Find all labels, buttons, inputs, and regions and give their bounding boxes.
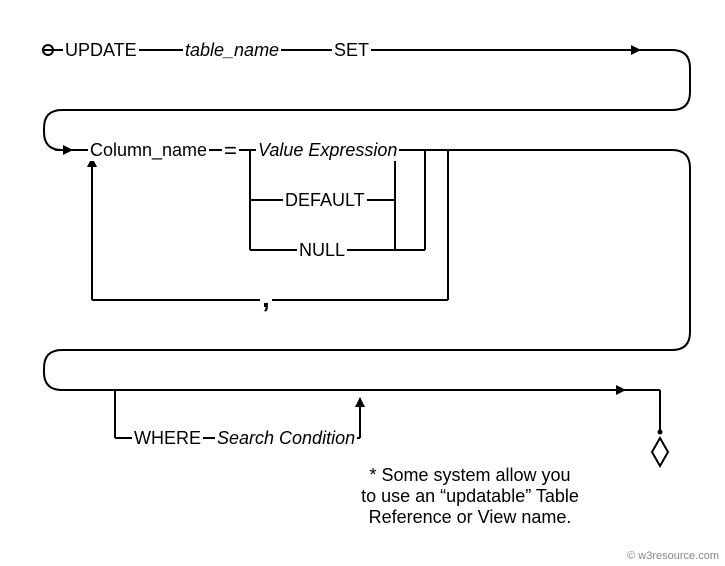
footnote-line2: to use an “updatable” Table — [310, 486, 630, 507]
symbol-comma: , — [260, 282, 272, 314]
keyword-default: DEFAULT — [283, 190, 367, 211]
footnote-line3: Reference or View name. — [310, 507, 630, 528]
keyword-update: UPDATE — [63, 40, 139, 61]
placeholder-search-condition: Search Condition — [215, 428, 357, 449]
keyword-null: NULL — [297, 240, 347, 261]
placeholder-column-name: Column_name — [88, 140, 209, 161]
syntax-diagram: UPDATE table_name SET Column_name = Valu… — [0, 0, 725, 566]
footnote: * Some system allow you to use an “updat… — [310, 465, 630, 528]
placeholder-value-expression: Value Expression — [256, 140, 399, 161]
placeholder-table-name: table_name — [183, 40, 281, 61]
symbol-equals: = — [222, 138, 239, 164]
watermark: © w3resource.com — [627, 550, 719, 562]
footnote-line1: * Some system allow you — [310, 465, 630, 486]
keyword-set: SET — [332, 40, 371, 61]
keyword-where: WHERE — [132, 428, 203, 449]
